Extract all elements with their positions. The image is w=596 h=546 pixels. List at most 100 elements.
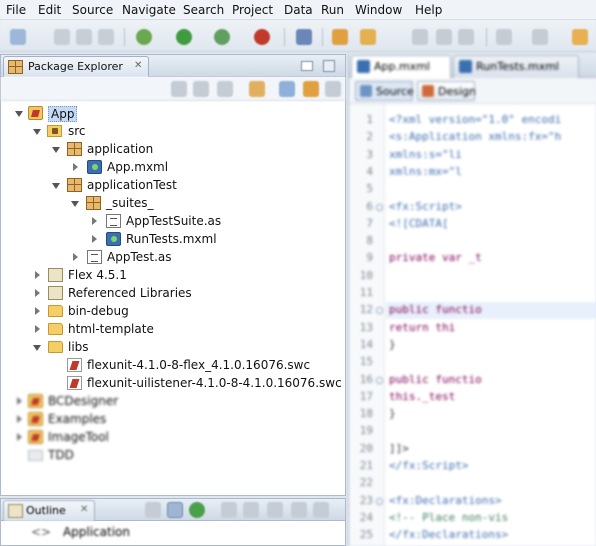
forward-icon[interactable] [532, 29, 548, 45]
collapse-all-icon[interactable] [279, 81, 295, 97]
tree-item-examples[interactable]: Examples [1, 410, 345, 428]
tree-item-bcdesigner[interactable]: BCDesigner [1, 392, 345, 410]
expand-toggle-icon[interactable] [35, 271, 40, 279]
tree-item-application[interactable]: application [1, 140, 345, 158]
forward-icon[interactable] [193, 81, 209, 97]
fold-toggle-icon[interactable] [376, 376, 383, 384]
code-line[interactable]: return thi [389, 321, 455, 338]
expand-toggle-icon[interactable] [73, 253, 78, 261]
expand-toggle-icon[interactable] [17, 433, 22, 441]
expand-toggle-icon[interactable] [71, 201, 79, 207]
tab-app-mxml[interactable]: App.mxml [351, 55, 451, 78]
tree-item-swc-uilistener[interactable]: flexunit-uilistener-4.1.0-8-4.1.0.16076.… [1, 374, 345, 392]
code-line[interactable]: <?xml version="1.0" encodi [389, 113, 561, 130]
profile-icon[interactable] [214, 29, 230, 45]
expand-toggle-icon[interactable] [35, 325, 40, 333]
new-icon[interactable] [10, 29, 26, 45]
code-line[interactable]: </fx:Declarations> [389, 528, 508, 545]
expand-toggle-icon[interactable] [52, 183, 60, 189]
tree-item-app-test-suite[interactable]: AppTestSuite.as [1, 212, 345, 230]
link-with-editor-icon[interactable] [303, 81, 319, 97]
last-edit-icon[interactable] [572, 29, 588, 45]
annotation-icon[interactable] [412, 29, 428, 45]
expand-toggle-icon[interactable] [92, 217, 97, 225]
tree-item-libs[interactable]: libs [1, 338, 345, 356]
expand-toggle-icon[interactable] [73, 163, 78, 171]
save-all-icon[interactable] [76, 29, 92, 45]
up-icon[interactable] [217, 81, 233, 97]
next-annotation-icon[interactable] [458, 29, 474, 45]
menu-window[interactable]: Window [355, 3, 402, 17]
menu-search[interactable]: Search [183, 3, 224, 17]
fold-toggle-icon[interactable] [376, 497, 383, 505]
prev-annotation-icon[interactable] [436, 29, 452, 45]
tree-item-run-tests[interactable]: RunTests.mxml [1, 230, 345, 248]
code-line[interactable]: this._test [389, 390, 455, 407]
menu-data[interactable]: Data [284, 3, 313, 17]
hide-static-icon[interactable] [243, 502, 259, 518]
expand-toggle-icon[interactable] [15, 111, 23, 117]
maximize-icon[interactable] [313, 502, 329, 518]
code-line[interactable]: public functio [389, 303, 482, 320]
code-line[interactable]: <![CDATA[ [389, 217, 449, 234]
expand-toggle-icon[interactable] [33, 345, 41, 351]
code-line[interactable]: <fx:Declarations> [389, 494, 502, 511]
expand-toggle-icon[interactable] [35, 307, 40, 315]
outline-item-application[interactable]: <> Application [31, 525, 130, 539]
expand-toggle-icon[interactable] [17, 415, 22, 423]
debug-icon[interactable] [136, 29, 152, 45]
back-icon[interactable] [171, 81, 187, 97]
tab-package-explorer[interactable]: Package Explorer ✕ [3, 56, 149, 77]
menu-help[interactable]: Help [415, 3, 442, 17]
view-menu-icon[interactable] [267, 502, 283, 518]
filter-icon[interactable] [189, 502, 205, 518]
fold-toggle-icon[interactable] [376, 203, 383, 211]
menu-edit[interactable]: Edit [38, 3, 61, 17]
export-icon[interactable] [296, 29, 312, 45]
print-icon[interactable] [98, 29, 114, 45]
minimize-icon[interactable] [301, 61, 313, 71]
tree-item-src[interactable]: src [1, 122, 345, 140]
tree-item-app-test[interactable]: AppTest.as [1, 248, 345, 266]
minimize-icon[interactable] [291, 502, 307, 518]
tree-item-flex-sdk[interactable]: Flex 4.5.1 [1, 266, 345, 284]
tree-item-application-test[interactable]: applicationTest [1, 176, 345, 194]
tab-outline[interactable]: Outline ✕ [3, 500, 95, 521]
run-icon[interactable] [176, 29, 192, 45]
code-line[interactable]: } [389, 407, 396, 424]
open-type-icon[interactable] [332, 29, 348, 45]
save-icon[interactable] [54, 29, 70, 45]
show-code-icon[interactable] [167, 502, 183, 518]
back-icon[interactable] [496, 29, 512, 45]
tree-item-suites[interactable]: _suites_ [1, 194, 345, 212]
tree-item-referenced-libraries[interactable]: Referenced Libraries [1, 284, 345, 302]
code-line[interactable]: xmlns:s="li [389, 148, 462, 165]
menu-file[interactable]: File [6, 3, 26, 17]
expand-toggle-icon[interactable] [52, 147, 60, 153]
tree-item-app[interactable]: App [1, 104, 345, 122]
open-task-icon[interactable] [360, 29, 376, 45]
code-line[interactable]: </fx:Script> [389, 459, 468, 476]
code-line[interactable]: <!-- Place non-vis [389, 511, 508, 528]
code-line[interactable]: <s:Application xmlns:fx="h [389, 130, 561, 147]
design-mode-button[interactable]: Design [417, 81, 476, 101]
tree-item-tdd[interactable]: TDD [1, 446, 345, 464]
menu-source[interactable]: Source [72, 3, 113, 17]
external-tools-icon[interactable] [254, 29, 270, 45]
view-menu-icon[interactable] [325, 81, 341, 97]
tree-item-bin-debug[interactable]: bin-debug [1, 302, 345, 320]
link-editor-icon[interactable] [249, 81, 265, 97]
close-icon[interactable]: ✕ [80, 504, 88, 515]
code-line[interactable]: private var _t [389, 251, 482, 268]
expand-toggle-icon[interactable] [17, 397, 22, 405]
code-line[interactable]: xmlns:mx="l [389, 165, 462, 182]
hide-fields-icon[interactable] [221, 502, 237, 518]
menu-run[interactable]: Run [321, 3, 344, 17]
menu-project[interactable]: Project [232, 3, 273, 17]
tree-item-app-mxml[interactable]: App.mxml [1, 158, 345, 176]
source-mode-button[interactable]: Source [355, 81, 414, 101]
close-icon[interactable]: ✕ [134, 60, 142, 71]
code-line[interactable]: } [389, 338, 396, 355]
tree-item-imagetool[interactable]: ImageTool [1, 428, 345, 446]
sort-icon[interactable] [145, 502, 161, 518]
